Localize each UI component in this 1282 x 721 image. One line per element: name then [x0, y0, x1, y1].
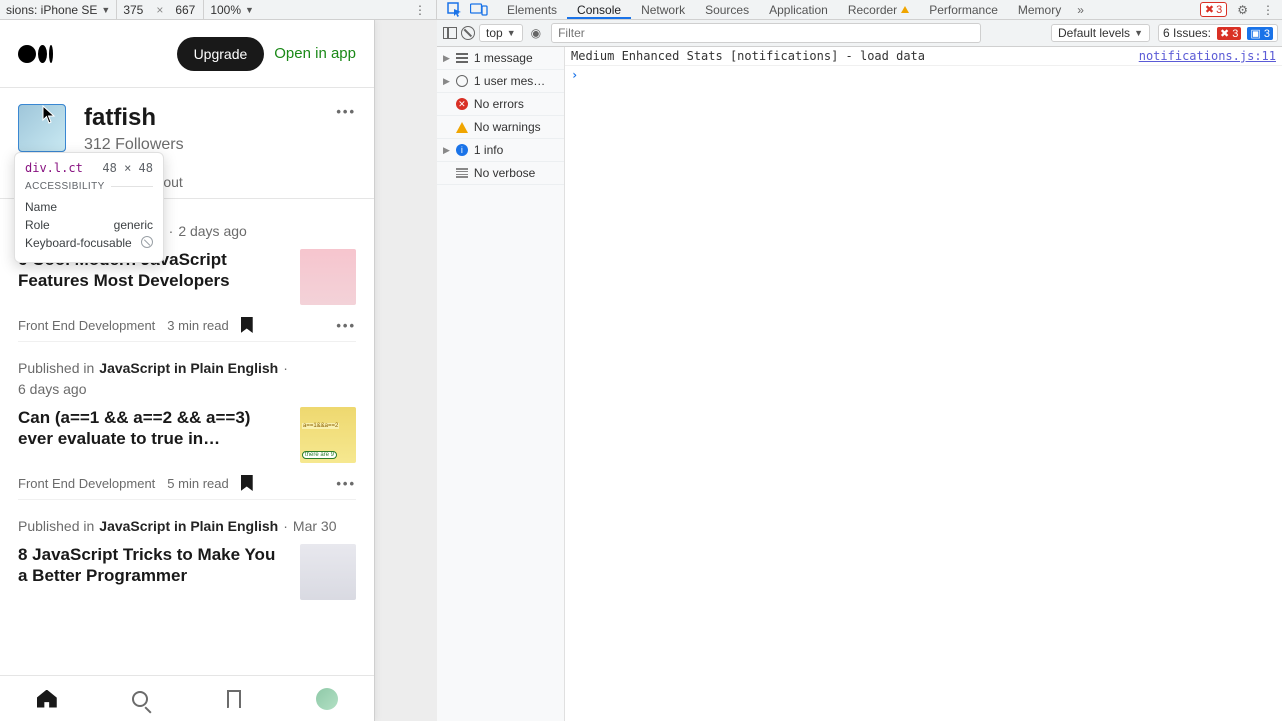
open-in-app-link[interactable]: Open in app: [274, 45, 356, 62]
profile-more-icon[interactable]: •••: [336, 104, 356, 119]
sidebar-info[interactable]: ▶ i 1 info: [437, 139, 564, 162]
toggle-sidebar-icon[interactable]: [443, 27, 457, 39]
medium-logo-icon[interactable]: [18, 45, 53, 63]
article-date: 6 days ago: [18, 381, 87, 397]
sidebar-all-messages[interactable]: ▶ 1 message: [437, 47, 564, 70]
tooltip-key-kb: Keyboard-focusable: [25, 236, 132, 250]
bottom-nav: [0, 675, 374, 721]
list-icon: [456, 53, 468, 63]
tooltip-key-role: Role: [25, 218, 50, 232]
bookmark-icon[interactable]: [241, 317, 253, 333]
article-publication[interactable]: JavaScript in Plain English: [99, 518, 278, 534]
live-expression-icon[interactable]: ◉: [527, 26, 545, 40]
article-date: 2 days ago: [178, 223, 247, 239]
sidebar-errors[interactable]: ▶ ✕ No errors: [437, 93, 564, 116]
article-thumbnail[interactable]: [300, 407, 356, 463]
article-published-in: Published in: [18, 360, 94, 376]
clear-console-icon[interactable]: [461, 26, 475, 40]
execution-context-select[interactable]: top▼: [479, 24, 523, 42]
console-log-area[interactable]: Medium Enhanced Stats [notifications] - …: [565, 47, 1282, 721]
issues-chip[interactable]: 6 Issues: ✖ 3 ▣ 3: [1158, 24, 1278, 42]
viewport-width-input[interactable]: 375: [116, 0, 150, 19]
article-read-time: 5 min read: [167, 476, 228, 491]
article-title[interactable]: 8 JavaScript Tricks to Make You a Better…: [18, 544, 286, 587]
tooltip-key-name: Name: [25, 200, 57, 214]
article-card[interactable]: Published in JavaScript in Plain English…: [18, 500, 356, 608]
article-more-icon[interactable]: •••: [336, 476, 356, 491]
info-icon: i: [456, 144, 468, 156]
settings-gear-icon[interactable]: ⚙: [1233, 3, 1252, 17]
tab-memory[interactable]: Memory: [1008, 0, 1071, 19]
toggle-device-icon[interactable]: [469, 2, 489, 18]
article-card[interactable]: Published in JavaScript in Plain English…: [18, 342, 356, 500]
kb-no-icon: [141, 236, 153, 248]
prompt-caret-icon: ›: [571, 68, 578, 82]
nav-bookmark-icon[interactable]: [223, 688, 245, 710]
console-message-sidebar: ▶ 1 message ▶ 1 user mes… ▶ ✕ No errors …: [437, 47, 565, 721]
error-icon: ✕: [456, 98, 468, 110]
bookmark-icon[interactable]: [241, 475, 253, 491]
device-toolbar: sions: iPhone SE▼ 375 × 667 100%▼ ⋮: [0, 0, 437, 19]
profile-avatar[interactable]: [18, 104, 66, 152]
devtools-top-bar: sions: iPhone SE▼ 375 × 667 100%▼ ⋮ Elem…: [0, 0, 1282, 20]
user-msg-icon: [456, 75, 468, 87]
article-more-icon[interactable]: •••: [336, 318, 356, 333]
dim-separator: ×: [150, 0, 169, 19]
tooltip-selector: div.l.ct: [25, 161, 83, 175]
profile-tab-about[interactable]: out: [163, 174, 182, 190]
devtools-tablist: Elements Console Network Sources Applica…: [497, 0, 1071, 19]
article-thumbnail[interactable]: [300, 544, 356, 600]
profile-name: fatfish: [84, 104, 318, 132]
tab-recorder[interactable]: Recorder: [838, 0, 919, 19]
tab-sources[interactable]: Sources: [695, 0, 759, 19]
simulated-device: Upgrade Open in app fatfish 312 Follower…: [0, 20, 375, 721]
log-message-text: Medium Enhanced Stats [notifications] - …: [571, 49, 1139, 63]
console-filter-input[interactable]: [551, 23, 981, 43]
sidebar-warnings[interactable]: ▶ No warnings: [437, 116, 564, 139]
tooltip-dimensions: 48 × 48: [102, 161, 153, 175]
console-log-line[interactable]: Medium Enhanced Stats [notifications] - …: [565, 47, 1282, 66]
warning-icon: [456, 122, 468, 133]
article-thumbnail[interactable]: [300, 249, 356, 305]
console-filter-bar: top▼ ◉ Default levels▼ 6 Issues: ✖ 3 ▣ 3: [437, 20, 1282, 47]
tooltip-val-role: generic: [114, 218, 153, 232]
nav-home-icon[interactable]: [36, 688, 58, 710]
tab-network[interactable]: Network: [631, 0, 695, 19]
upgrade-button[interactable]: Upgrade: [177, 37, 265, 71]
article-tag[interactable]: Front End Development: [18, 476, 155, 491]
article-title[interactable]: Can (a==1 && a==2 && a==3) ever evaluate…: [18, 407, 286, 450]
inspect-element-icon[interactable]: [445, 2, 465, 18]
tooltip-section-title: ACCESSIBILITY: [25, 181, 105, 192]
error-count-badge[interactable]: ✖ 3: [1200, 2, 1227, 17]
article-tag[interactable]: Front End Development: [18, 318, 155, 333]
verbose-icon: [456, 168, 468, 178]
nav-avatar[interactable]: [316, 688, 338, 710]
log-source-link[interactable]: notifications.js:11: [1139, 49, 1276, 63]
article-date: Mar 30: [293, 518, 337, 534]
device-more-icon[interactable]: ⋮: [404, 3, 436, 17]
inspector-tooltip: div.l.ct 48 × 48 ACCESSIBILITY Name Role…: [14, 152, 164, 263]
tab-application[interactable]: Application: [759, 0, 838, 19]
sidebar-verbose[interactable]: ▶ No verbose: [437, 162, 564, 185]
article-publication[interactable]: JavaScript in Plain English: [99, 360, 278, 376]
console-body: ▶ 1 message ▶ 1 user mes… ▶ ✕ No errors …: [437, 47, 1282, 721]
tab-console[interactable]: Console: [567, 0, 631, 19]
device-select[interactable]: sions: iPhone SE▼: [0, 0, 116, 19]
console-prompt[interactable]: ›: [565, 66, 1282, 84]
tab-elements[interactable]: Elements: [497, 0, 567, 19]
zoom-select[interactable]: 100%▼: [203, 0, 249, 19]
nav-search-icon[interactable]: [129, 688, 151, 710]
article-published-in: Published in: [18, 518, 94, 534]
tab-performance[interactable]: Performance: [919, 0, 1008, 19]
article-read-time: 3 min read: [167, 318, 228, 333]
tabs-overflow-icon[interactable]: »: [1071, 3, 1090, 17]
app-top-bar: Upgrade Open in app: [0, 20, 374, 88]
viewport-height-input[interactable]: 667: [169, 0, 203, 19]
sidebar-user-messages[interactable]: ▶ 1 user mes…: [437, 70, 564, 93]
devtools-more-icon[interactable]: ⋮: [1258, 3, 1278, 17]
devtools-tabs-area: Elements Console Network Sources Applica…: [437, 0, 1282, 19]
device-viewport-shell: Upgrade Open in app fatfish 312 Follower…: [0, 20, 437, 721]
log-levels-select[interactable]: Default levels▼: [1051, 24, 1150, 42]
